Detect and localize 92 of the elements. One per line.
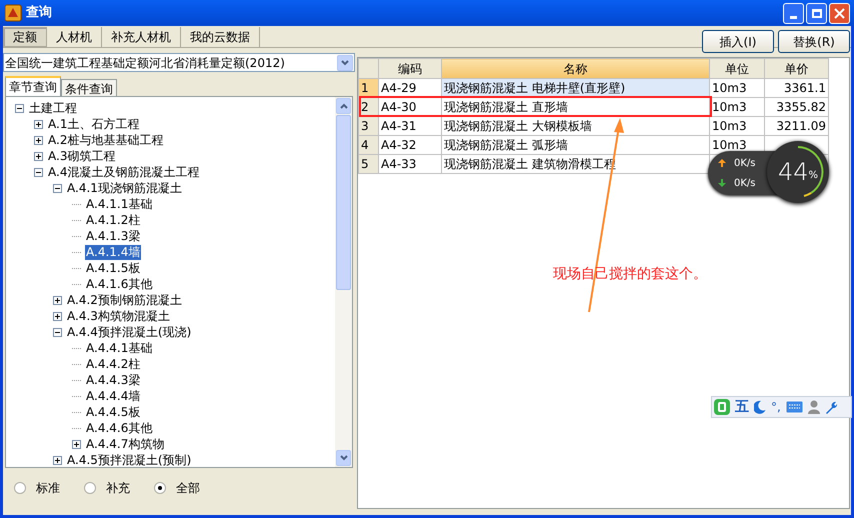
percent-sign: %: [808, 169, 818, 183]
row-number: 3: [358, 116, 378, 136]
maximize-button[interactable]: [806, 2, 827, 24]
scrollbar[interactable]: [335, 97, 352, 467]
close-icon: [834, 8, 845, 18]
quota-dropdown[interactable]: 全国统一建筑工程基础定额河北省消耗量定额(2012): [3, 53, 355, 72]
download-icon: [718, 179, 726, 187]
app-icon: [4, 4, 22, 22]
minimize-button[interactable]: [783, 2, 804, 24]
tab[interactable]: 定额: [3, 27, 47, 47]
collapse-toggle[interactable]: [53, 184, 62, 192]
tree-item[interactable]: 土建工程: [28, 100, 78, 116]
column-header: 单位: [710, 58, 764, 78]
expand-toggle[interactable]: [34, 120, 43, 128]
tab[interactable]: 章节查询: [5, 76, 61, 96]
tree-item[interactable]: A.4.1现浇钢筋混凝土: [66, 180, 183, 196]
tree-item[interactable]: A.4.3构筑物混凝土: [66, 308, 171, 324]
action-button[interactable]: 替换(R): [778, 30, 850, 53]
tree-item[interactable]: A.4.2预制钢筋混凝土: [66, 292, 183, 308]
table-cell: 3211.09: [764, 116, 828, 136]
expand-toggle[interactable]: [72, 440, 81, 448]
collapse-toggle[interactable]: [34, 168, 43, 176]
action-button[interactable]: 插入(I): [702, 30, 774, 53]
tree-item[interactable]: A.4.4.4墙: [85, 388, 142, 404]
tree-item[interactable]: A.4.4.6其他: [85, 420, 154, 436]
table-cell[interactable]: 现浇钢筋混凝土 弧形墙: [442, 136, 710, 154]
tree-item[interactable]: A.4.1.6其他: [85, 276, 154, 292]
tree-item[interactable]: A.4.4.5板: [85, 404, 142, 420]
tree-item[interactable]: A.1土、石方工程: [47, 116, 140, 132]
radio-label: 全部: [176, 480, 200, 497]
tab[interactable]: 补充人材机: [102, 27, 181, 47]
punctuation-toggle[interactable]: °,: [771, 398, 781, 416]
radio-label: 补充: [106, 480, 130, 497]
scroll-down-icon: [340, 455, 348, 461]
upload-speed: 0K/s: [734, 156, 756, 170]
radio-button[interactable]: [14, 482, 26, 494]
expand-toggle[interactable]: [34, 152, 43, 160]
tree-item[interactable]: A.4.4.2柱: [85, 356, 142, 372]
collapse-toggle[interactable]: [53, 328, 62, 336]
tab[interactable]: 我的云数据: [181, 27, 260, 47]
moon-icon[interactable]: [754, 400, 766, 414]
expand-toggle[interactable]: [53, 312, 62, 320]
usage-percent: 44: [778, 160, 809, 184]
tree-item[interactable]: A.4.4预拌混凝土(现浇): [66, 324, 192, 340]
radio-label: 标准: [36, 480, 60, 497]
row-number: 5: [358, 154, 378, 174]
tree-item[interactable]: A.4.4.1基础: [85, 340, 154, 356]
tree-item[interactable]: A.2桩与地基基础工程: [47, 132, 164, 148]
annotation-text: 现场自己搅拌的套这个。: [553, 265, 707, 284]
dropdown-icon: [337, 54, 353, 70]
row-number: 1: [358, 78, 378, 98]
tree-item[interactable]: A.4.4.3梁: [85, 372, 142, 388]
table-cell: 10m3: [710, 116, 764, 136]
radio-button[interactable]: [84, 482, 96, 494]
tree-item[interactable]: A.4.1.4墙: [85, 244, 142, 260]
expand-toggle[interactable]: [34, 136, 43, 144]
table-cell: 3355.82: [764, 98, 828, 116]
user-icon[interactable]: [808, 400, 820, 414]
row-number: 4: [358, 136, 378, 154]
table-cell: 10m3: [710, 78, 764, 98]
tree-item[interactable]: A.4混凝土及钢筋混凝土工程: [47, 164, 200, 180]
column-header: 名称: [442, 58, 710, 78]
tree-item[interactable]: A.3砌筑工程: [47, 148, 116, 164]
tab[interactable]: 条件查询: [61, 79, 117, 96]
column-header: 编码: [378, 58, 442, 78]
tree-item[interactable]: A.4.5预拌混凝土(预制): [66, 452, 192, 467]
table-cell[interactable]: 现浇钢筋混凝土 直形墙: [442, 98, 710, 116]
scroll-up-icon: [340, 103, 348, 109]
window-title: 查询: [26, 4, 52, 22]
tree-item[interactable]: A.4.1.3梁: [85, 228, 142, 244]
mode-toggle[interactable]: 五: [735, 396, 749, 418]
wrench-icon[interactable]: [824, 400, 838, 414]
tree-item[interactable]: A.4.1.1基础: [85, 196, 154, 212]
table-cell: 3361.1: [764, 78, 828, 98]
upload-icon: [718, 159, 726, 167]
table-cell: A4-33: [378, 154, 442, 174]
tree-item[interactable]: A.4.1.2柱: [85, 212, 142, 228]
column-header: 单价: [764, 58, 828, 78]
table-cell: A4-31: [378, 116, 442, 136]
tree-item[interactable]: A.4.1.5板: [85, 260, 142, 276]
download-speed: 0K/s: [734, 176, 756, 190]
close-button[interactable]: [829, 2, 850, 24]
keyboard-icon[interactable]: [786, 401, 803, 413]
table-cell: A4-32: [378, 136, 442, 154]
table-cell: 10m3: [710, 98, 764, 116]
tree-item[interactable]: A.4.4.7构筑物: [85, 436, 166, 452]
tab[interactable]: 人材机: [47, 27, 102, 47]
expand-toggle[interactable]: [53, 296, 62, 304]
radio-button[interactable]: [154, 482, 166, 494]
collapse-toggle[interactable]: [15, 104, 24, 112]
input-method-icon[interactable]: [714, 399, 730, 415]
expand-toggle[interactable]: [53, 456, 62, 464]
